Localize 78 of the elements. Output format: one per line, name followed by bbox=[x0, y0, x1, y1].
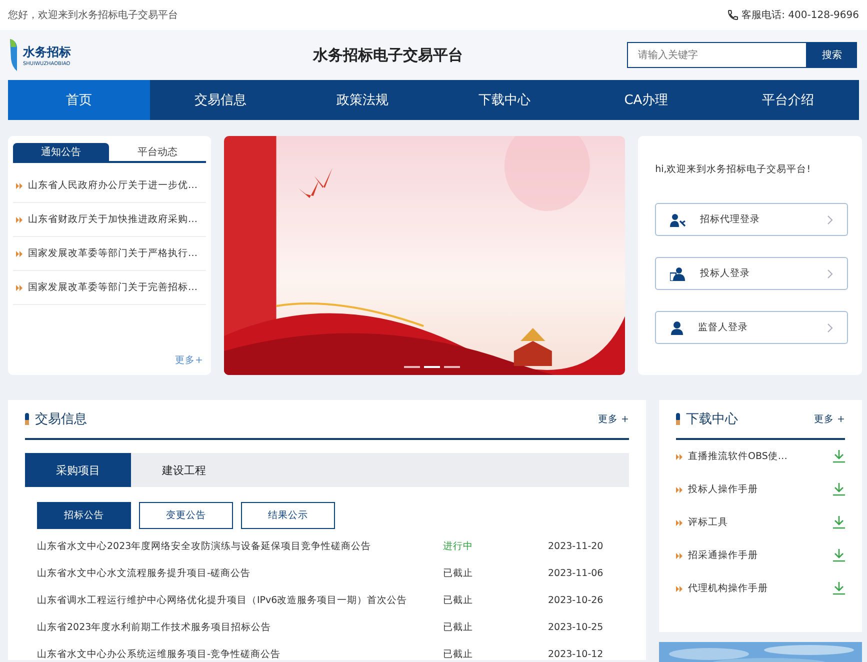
project-link[interactable]: 山东省调水工程运行维护中心网络优化提升项目（IPv6改造服务项目一期）首次公告 bbox=[37, 594, 443, 607]
search-button[interactable]: 搜索 bbox=[807, 42, 857, 68]
notice-link[interactable]: 山东省人民政府办公厅关于进一步优… bbox=[28, 179, 198, 192]
download-link[interactable]: 直播推流软件OBS使… bbox=[688, 450, 828, 463]
double-arrow-icon bbox=[16, 216, 23, 222]
status-text: 进行中 bbox=[443, 540, 474, 553]
status-text: 已截止 bbox=[443, 594, 474, 607]
users-icon bbox=[670, 266, 686, 280]
download-link[interactable]: 招采通操作手册 bbox=[688, 549, 828, 562]
project-link[interactable]: 山东省水文中心2023年度网络安全攻防演练与设备延保项目竞争性磋商公告 bbox=[37, 540, 443, 553]
search-field[interactable]: 请输入关键字 bbox=[627, 42, 807, 68]
pen-icon bbox=[25, 413, 29, 425]
double-arrow-icon bbox=[16, 250, 23, 256]
slide-indicator[interactable] bbox=[404, 366, 420, 368]
nav-tab[interactable]: 平台介绍 bbox=[717, 80, 859, 120]
double-arrow-icon bbox=[676, 552, 683, 558]
section-title: 下载中心 bbox=[686, 411, 739, 428]
nav-tab[interactable]: 交易信息 bbox=[150, 80, 292, 120]
welcome-message: hi,欢迎来到水务招标电子交易平台! bbox=[655, 163, 812, 176]
double-arrow-icon bbox=[676, 520, 683, 526]
double-arrow-icon bbox=[16, 284, 23, 290]
nav-tab[interactable]: 下载中心 bbox=[433, 80, 576, 120]
status-text: 已截止 bbox=[443, 621, 474, 634]
notice-link[interactable]: 山东省财政厅关于加快推进政府采购… bbox=[28, 213, 198, 226]
user-icon bbox=[670, 320, 684, 334]
double-arrow-icon bbox=[16, 182, 23, 188]
category-tab[interactable]: 建设工程 bbox=[131, 453, 237, 487]
category-tab[interactable]: 采购项目 bbox=[25, 453, 131, 487]
date-text: 2023-11-20 bbox=[548, 541, 604, 552]
download-icon[interactable] bbox=[833, 450, 845, 463]
date-text: 2023-10-26 bbox=[548, 595, 604, 606]
download-link[interactable]: 评标工具 bbox=[688, 516, 828, 529]
notice-tab[interactable]: 平台动态 bbox=[109, 143, 206, 161]
notice-tab[interactable]: 通知公告 bbox=[13, 143, 110, 161]
chevron-icon bbox=[827, 214, 834, 224]
double-arrow-icon bbox=[676, 454, 683, 460]
double-arrow-icon bbox=[676, 586, 683, 592]
hotline-text: 客服电话: 400-128-9696 bbox=[742, 8, 859, 22]
section-title: 交易信息 bbox=[35, 411, 88, 428]
login-button[interactable]: 招标代理登录 bbox=[655, 203, 848, 236]
site-title: 水务招标电子交易平台 bbox=[312, 46, 464, 64]
project-link[interactable]: 山东省水文中心办公系统运维服务项目-竞争性磋商公告 bbox=[37, 648, 443, 661]
download-icon[interactable] bbox=[833, 549, 845, 562]
project-link[interactable]: 山东省水文中心水文流程服务提升项目-磋商公告 bbox=[37, 567, 443, 580]
notice-type-tab[interactable]: 结果公示 bbox=[241, 502, 335, 529]
chevron-icon bbox=[827, 322, 834, 332]
date-text: 2023-11-06 bbox=[548, 568, 604, 579]
download-icon[interactable] bbox=[833, 582, 845, 595]
logo-icon bbox=[8, 37, 20, 73]
login-button[interactable]: 监督人登录 bbox=[655, 311, 848, 344]
download-icon[interactable] bbox=[833, 516, 845, 529]
notice-type-tab[interactable]: 招标公告 bbox=[37, 502, 131, 529]
users-icon bbox=[670, 212, 686, 226]
download-icon[interactable] bbox=[833, 483, 845, 496]
phone-icon bbox=[726, 9, 739, 21]
login-button[interactable]: 投标人登录 bbox=[655, 257, 848, 290]
welcome-text: 您好，欢迎来到水务招标电子交易平台 bbox=[8, 8, 178, 22]
status-text: 已截止 bbox=[443, 567, 474, 580]
more-link[interactable]: 更多 + bbox=[598, 412, 629, 426]
nav-tab[interactable]: CA办理 bbox=[575, 80, 718, 120]
more-link[interactable]: 更多 + bbox=[814, 412, 845, 426]
date-text: 2023-10-12 bbox=[548, 649, 604, 660]
download-link[interactable]: 代理机构操作手册 bbox=[688, 582, 828, 595]
notice-link[interactable]: 国家发展改革委等部门关于完善招标… bbox=[28, 281, 198, 294]
status-text: 已截止 bbox=[443, 648, 474, 661]
notice-link[interactable]: 国家发展改革委等部门关于严格执行… bbox=[28, 247, 198, 260]
nav-tab[interactable]: 政策法规 bbox=[292, 80, 434, 120]
pen-icon bbox=[676, 413, 680, 425]
project-link[interactable]: 山东省2023年度水利前期工作技术服务项目招标公告 bbox=[37, 621, 443, 634]
logo-text: 水务招标 bbox=[23, 44, 71, 60]
nav-tab[interactable]: 首页 bbox=[8, 80, 150, 120]
slide-indicator[interactable] bbox=[424, 366, 440, 368]
double-arrow-icon bbox=[676, 486, 683, 492]
notice-type-tab[interactable]: 变更公告 bbox=[139, 502, 233, 529]
slide-indicator[interactable] bbox=[444, 366, 460, 368]
chevron-icon bbox=[827, 268, 834, 278]
download-link[interactable]: 投标人操作手册 bbox=[688, 483, 828, 496]
date-text: 2023-10-25 bbox=[548, 622, 604, 633]
